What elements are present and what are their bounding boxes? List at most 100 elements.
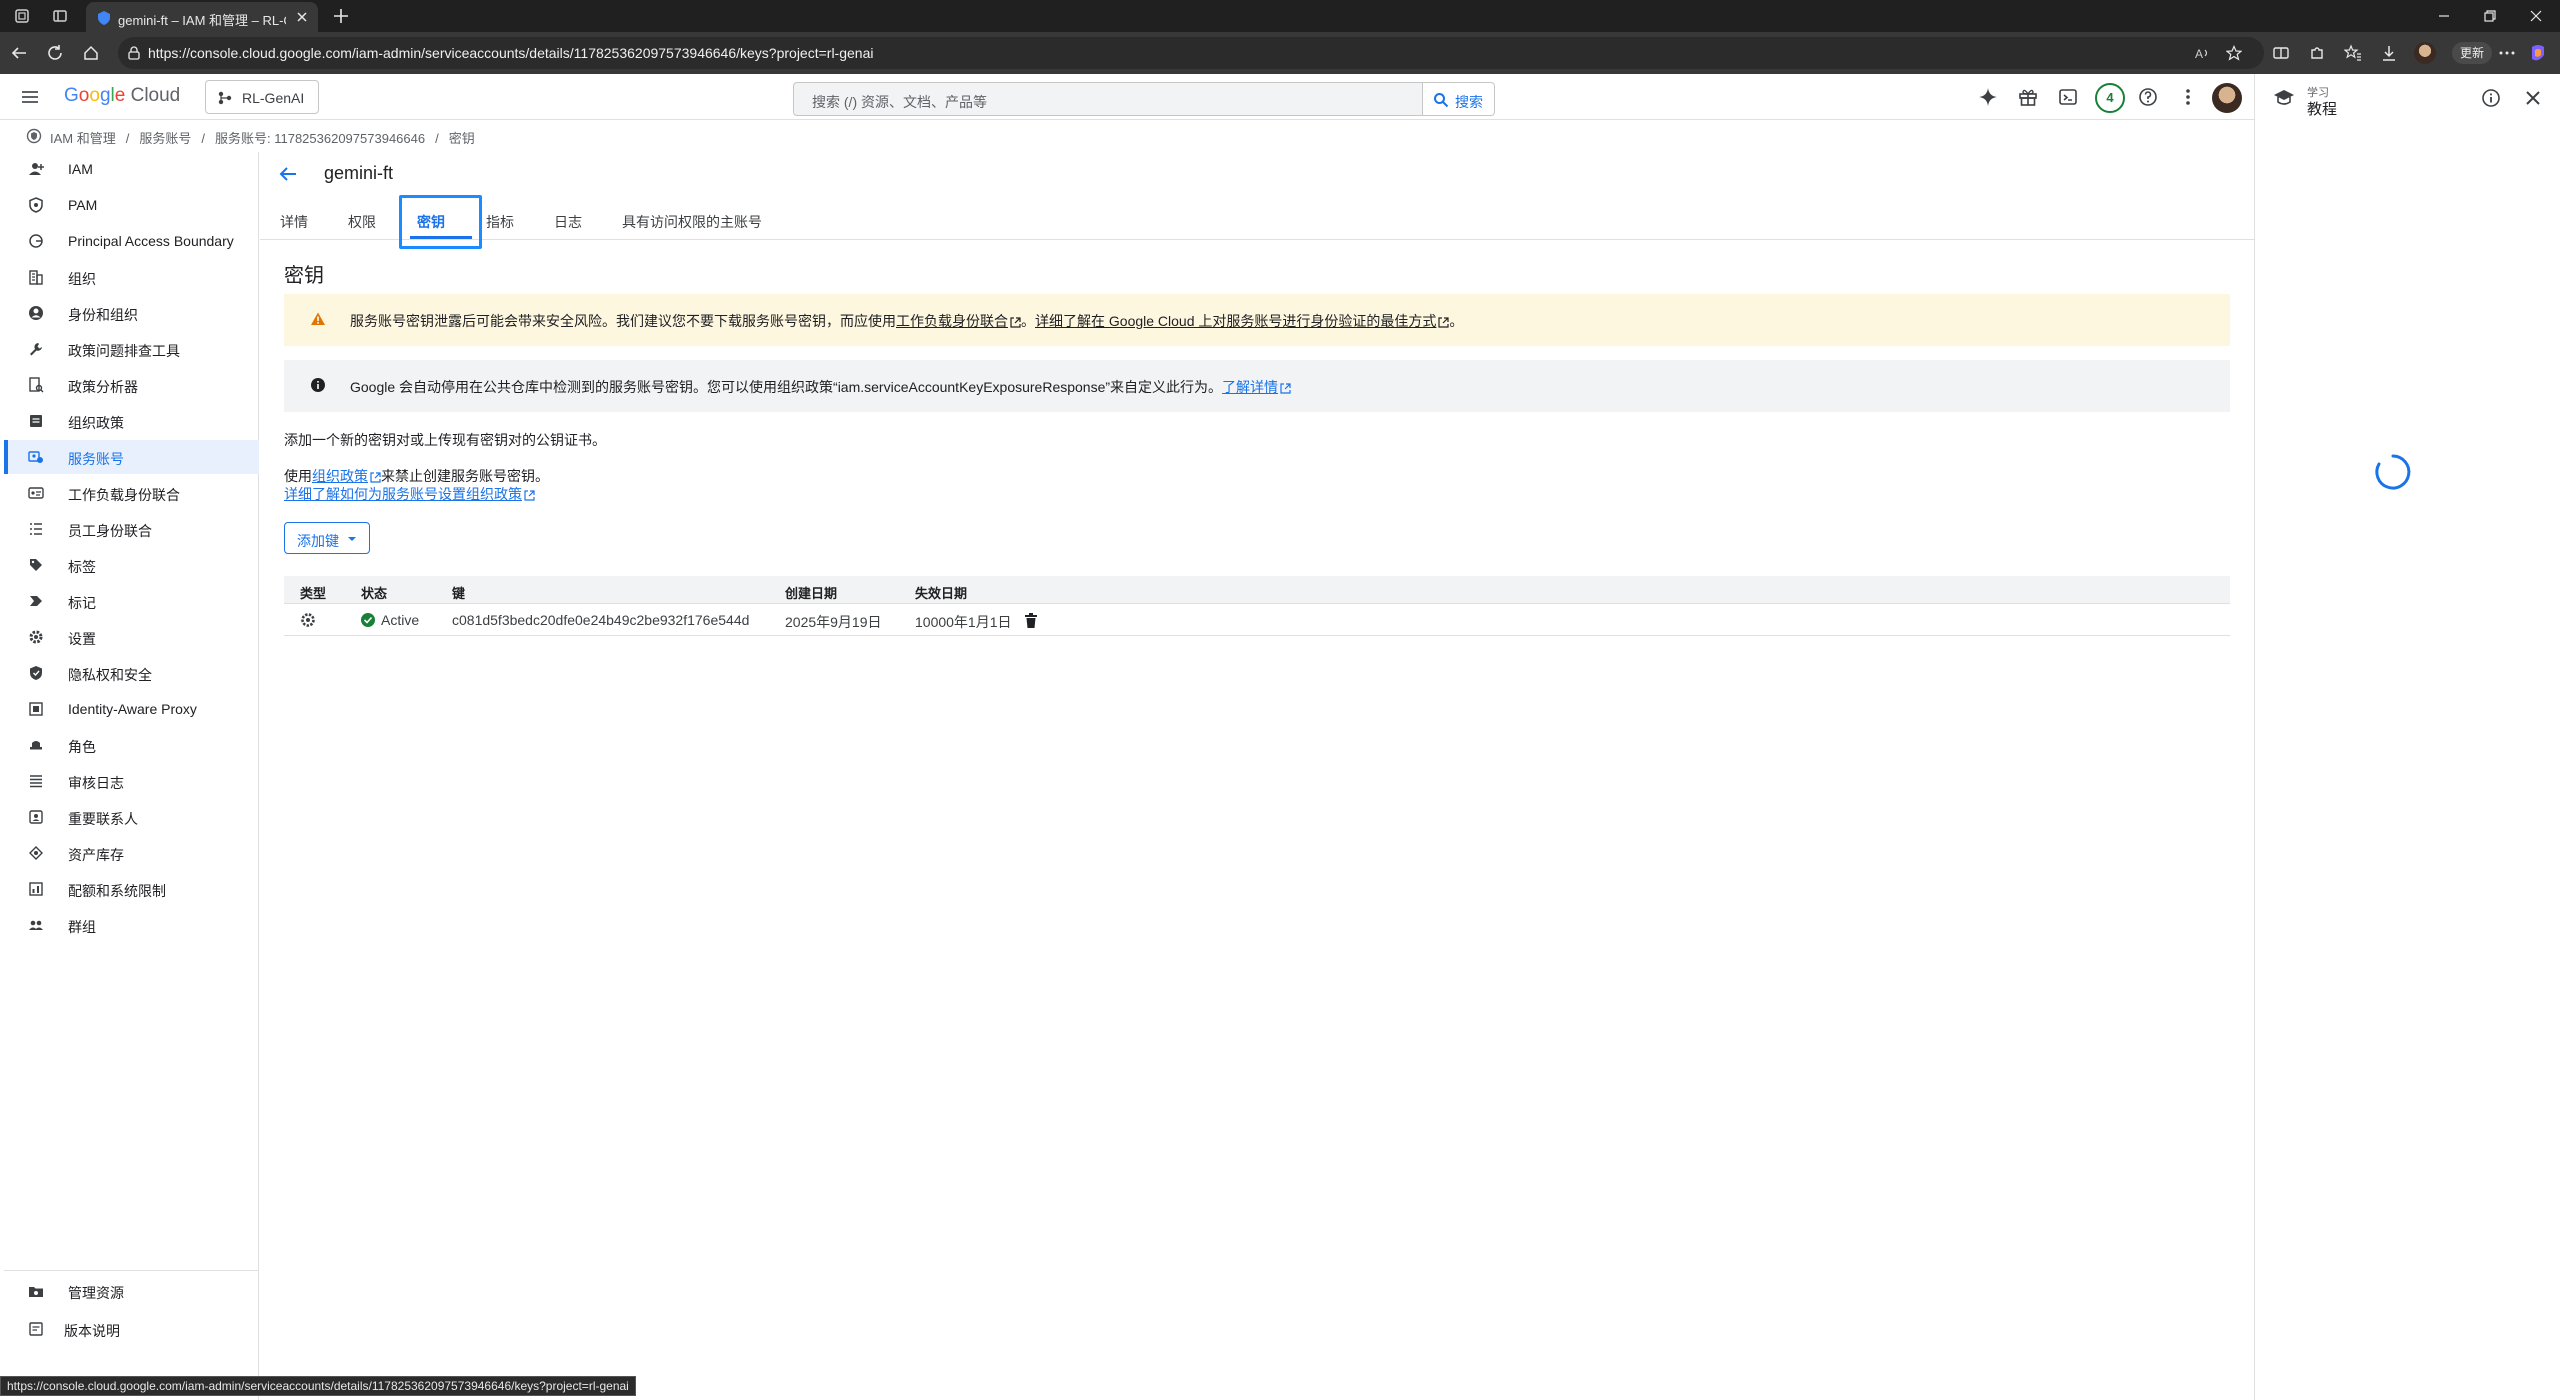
project-picker-button[interactable]: RL-GenAI (205, 80, 319, 114)
delete-key-icon[interactable] (1024, 613, 1038, 629)
download-icon[interactable] (2380, 44, 2398, 62)
tab-permissions[interactable]: 权限 (348, 212, 376, 232)
hat-icon (30, 741, 42, 750)
notifications-badge[interactable]: 4 (2095, 83, 2125, 113)
search-icon (1434, 93, 1449, 108)
external-link-icon (1280, 383, 1291, 394)
nav-item-iam[interactable]: IAM (4, 152, 259, 186)
copilot-icon[interactable] (2528, 43, 2548, 63)
nav-item-groups[interactable]: 群组 (4, 908, 259, 942)
tab-metrics[interactable]: 指标 (486, 212, 514, 232)
nav-item-asset-inventory[interactable]: 资产库存 (4, 836, 259, 870)
nav-item-identity-aware-proxy[interactable]: Identity-Aware Proxy (4, 692, 259, 726)
main-menu-icon[interactable] (20, 87, 40, 107)
add-key-button[interactable]: 添加键 (284, 522, 370, 554)
favorites-icon[interactable] (2344, 44, 2362, 62)
home-icon[interactable] (82, 44, 100, 62)
breadcrumb: IAM 和管理 / 服务账号 / 服务账号: 117825362097573946646… (0, 120, 2254, 152)
add-person-icon (29, 163, 44, 175)
org-policy-learn-link[interactable]: 详细了解如何为服务账号设置组织政策 (284, 486, 522, 502)
nav-item-labels[interactable]: 标记 (4, 584, 259, 618)
tab-principals-with-access[interactable]: 具有访问权限的主账号 (622, 212, 762, 232)
close-window-icon[interactable] (2528, 8, 2544, 24)
gemini-sparkle-icon[interactable] (1978, 87, 1998, 107)
read-aloud-icon[interactable]: A (2194, 45, 2210, 61)
minimize-icon[interactable] (2436, 8, 2452, 24)
breadcrumb-service-accounts[interactable]: 服务账号 (139, 131, 191, 146)
extensions-icon[interactable] (2308, 44, 2326, 62)
url-text[interactable]: https://console.cloud.google.com/iam-adm… (148, 45, 873, 61)
site-info-icon[interactable] (126, 45, 142, 61)
breadcrumb-keys: 密钥 (448, 131, 475, 146)
proxy-icon (29, 702, 43, 716)
label-icon (30, 596, 42, 606)
account-avatar[interactable] (2212, 83, 2242, 113)
favorite-star-icon[interactable] (2226, 45, 2242, 61)
back-arrow-icon[interactable] (278, 164, 298, 184)
tab-details[interactable]: 详情 (280, 212, 308, 232)
reload-icon[interactable] (46, 44, 64, 62)
key-created-date: 2025年9月19日 (785, 614, 882, 630)
cloud-shell-icon[interactable] (2058, 87, 2078, 107)
profile-avatar[interactable] (2414, 42, 2436, 64)
workspaces-icon[interactable] (14, 8, 30, 24)
breadcrumb-service-account-id[interactable]: 服务账号: 117825362097573946646 (215, 131, 425, 146)
nav-item-principal-access-boundary[interactable]: Principal Access Boundary (4, 224, 259, 258)
panel-info-icon[interactable] (2481, 88, 2501, 108)
column-header-created: 创建日期 (785, 586, 838, 601)
svg-text:A: A (2195, 47, 2203, 61)
search-input[interactable]: 搜索 (/) 资源、文档、产品等 (793, 82, 1423, 116)
help-icon[interactable] (2138, 87, 2158, 107)
back-icon[interactable] (10, 44, 28, 62)
nav-item-pam[interactable]: PAM (4, 188, 259, 222)
nav-item-identity-and-org[interactable]: 身份和组织 (4, 296, 259, 330)
browser-tab-active[interactable]: gemini-ft – IAM 和管理 – RL-GenAI (86, 2, 318, 32)
nav-item-workload-identity[interactable]: 工作负载身份联合 (4, 476, 259, 510)
nav-item-tags[interactable]: 标签 (4, 548, 259, 582)
more-menu-icon[interactable] (2498, 44, 2516, 62)
new-tab-icon[interactable] (332, 7, 350, 25)
nav-item-policy-troubleshooter[interactable]: 政策问题排查工具 (4, 332, 259, 366)
active-check-icon (361, 613, 375, 627)
address-bar[interactable]: https://console.cloud.google.com/iam-adm… (118, 37, 2264, 69)
contact-icon (29, 810, 43, 824)
close-tab-icon[interactable] (294, 9, 310, 25)
folder-gear-icon (29, 1287, 43, 1297)
split-screen-icon[interactable] (2272, 44, 2290, 62)
search-button[interactable]: 搜索 (1423, 82, 1495, 116)
nav-item-workforce-identity[interactable]: 员工身份联合 (4, 512, 259, 546)
best-practices-link[interactable]: 详细了解在 Google Cloud 上对服务账号进行身份验证的最佳方式 (1035, 313, 1436, 329)
breadcrumb-iam[interactable]: IAM 和管理 (50, 131, 116, 146)
search-button-label: 搜索 (1455, 94, 1483, 110)
nav-item-release-notes[interactable]: 版本说明 (4, 1312, 259, 1346)
more-options-icon[interactable] (2178, 87, 2198, 107)
workload-identity-link[interactable]: 工作负载身份联合 (896, 313, 1008, 329)
nav-item-service-accounts[interactable]: 服务账号 (4, 440, 259, 474)
nav-item-settings[interactable]: 设置 (4, 620, 259, 654)
nav-item-roles[interactable]: 角色 (4, 728, 259, 762)
account-circle-icon (29, 306, 43, 320)
gift-icon[interactable] (2018, 87, 2038, 107)
close-icon[interactable] (2523, 88, 2543, 108)
column-header-type: 类型 (300, 586, 327, 601)
nav-item-organization[interactable]: 组织 (4, 260, 259, 294)
restore-icon[interactable] (2482, 8, 2498, 24)
nav-item-audit-logs[interactable]: 审核日志 (4, 764, 259, 798)
tab-logs[interactable]: 日志 (554, 212, 582, 232)
nav-item-manage-resources[interactable]: 管理资源 (4, 1274, 259, 1308)
nav-item-essential-contacts[interactable]: 重要联系人 (4, 800, 259, 834)
nav-item-policy-analyzer[interactable]: 政策分析器 (4, 368, 259, 402)
google-cloud-logo[interactable]: Google Cloud (64, 85, 180, 107)
org-policy-link[interactable]: 组织政策 (312, 468, 368, 484)
tab-actions-icon[interactable] (52, 8, 68, 24)
loading-spinner-icon (2375, 454, 2411, 490)
gear-icon (29, 630, 43, 644)
nav-item-privacy-security[interactable]: 隐私权和安全 (4, 656, 259, 690)
nav-item-org-policies[interactable]: 组织政策 (4, 404, 259, 438)
nav-item-quotas[interactable]: 配额和系统限制 (4, 872, 259, 906)
update-button[interactable]: 更新 (2452, 42, 2492, 64)
nav-divider (4, 1270, 259, 1271)
warning-icon (311, 312, 325, 325)
learn-more-link[interactable]: 了解详情 (1222, 379, 1278, 395)
info-icon (311, 378, 325, 392)
